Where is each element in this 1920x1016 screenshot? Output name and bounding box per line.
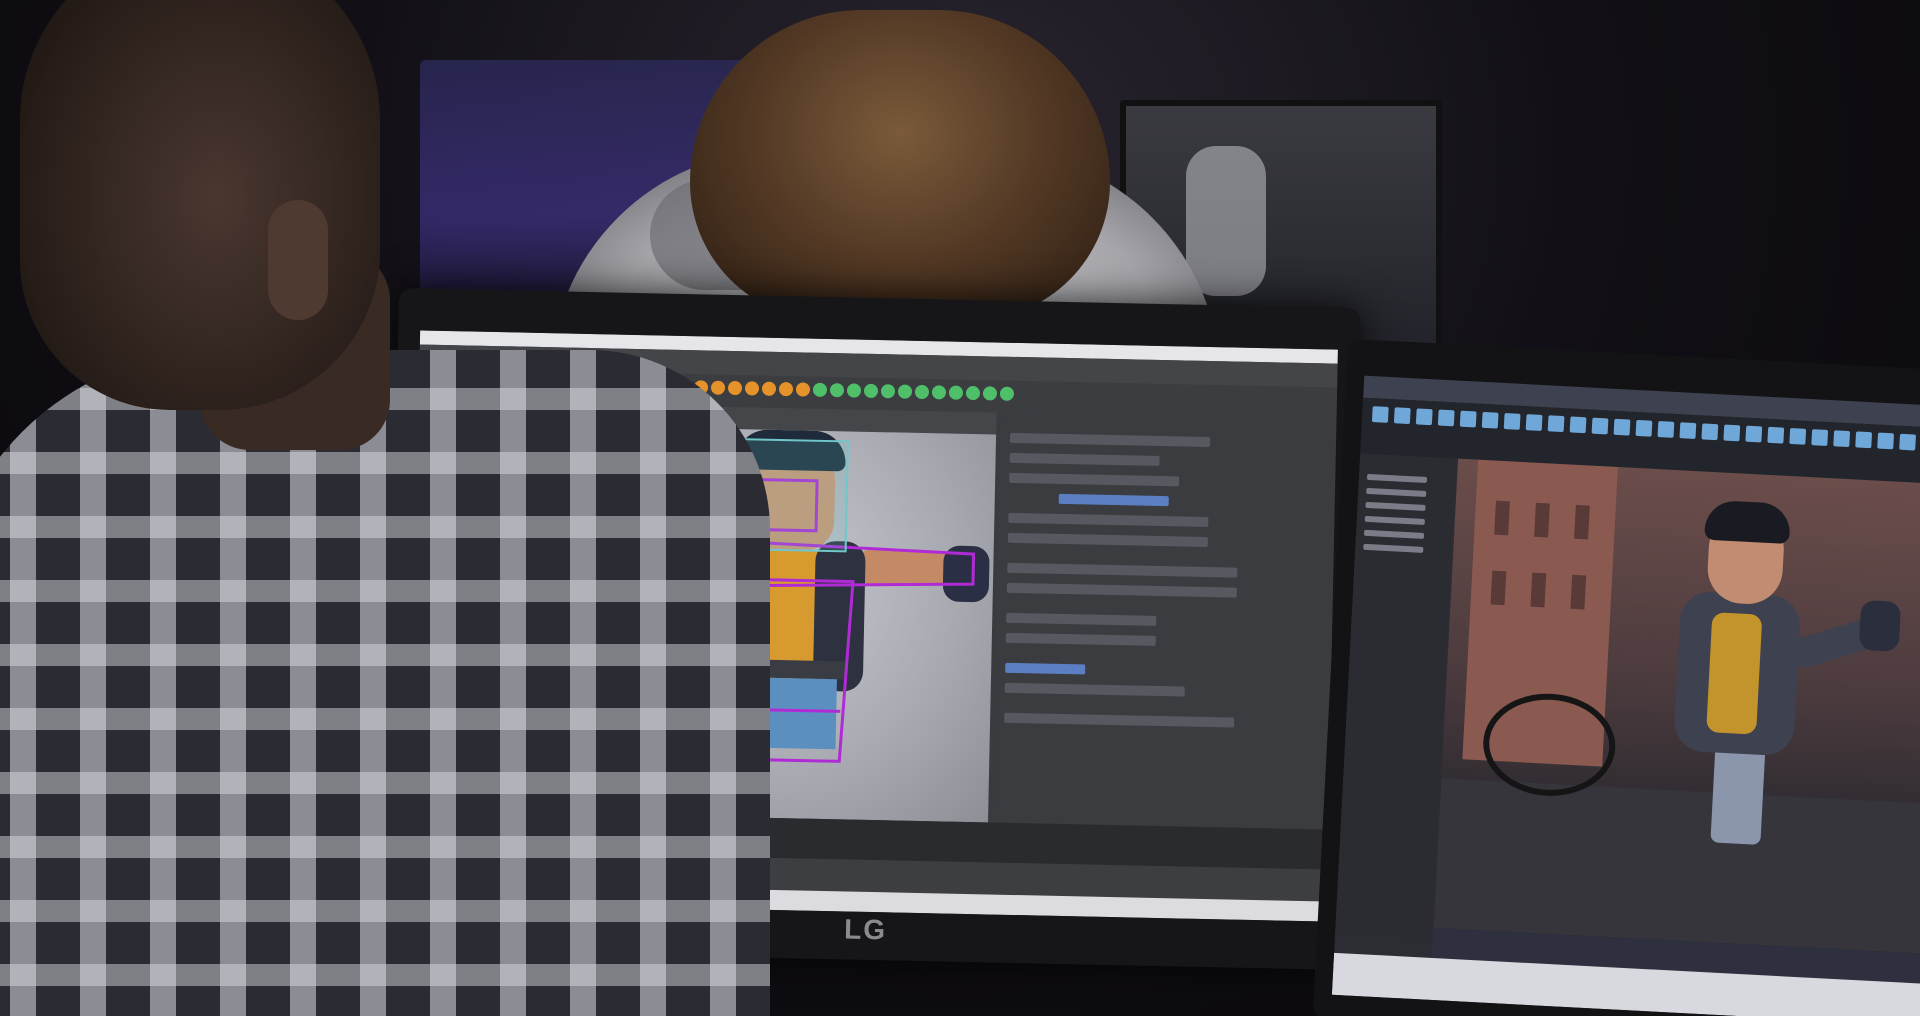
toolbar-tool-icon[interactable] [1701,423,1719,441]
attribute-row[interactable] [1005,632,1156,646]
street-ground [1433,778,1920,955]
rendered-character-legs [1710,742,1766,845]
foreground-person-ear [268,200,328,320]
toolbar-tool-icon[interactable] [1371,406,1389,423]
outliner-row[interactable] [1363,543,1424,553]
toolbar-tool-icon[interactable] [1393,407,1411,425]
building-window [1570,574,1587,610]
attribute-section[interactable] [1004,712,1235,728]
background-person-hair [690,10,1110,320]
attribute-row[interactable] [1004,682,1185,697]
toolbar-tool-icon[interactable] [1723,424,1741,442]
photo-scene: LG [0,0,1920,1016]
building-window [1530,572,1547,608]
toolbar-tool-icon[interactable] [1613,418,1631,436]
attribute-section[interactable] [1006,582,1237,598]
attribute-row[interactable] [1008,512,1209,527]
toolbar-tool-icon[interactable] [1481,411,1499,429]
outliner-row[interactable] [1366,473,1428,484]
toolbar-tool-icon[interactable] [1745,425,1763,443]
foreground-person-head [20,0,380,410]
toolbar-tool-icon[interactable] [1657,421,1675,438]
attribute-row[interactable] [1009,452,1160,466]
toolbar-tool-icon[interactable] [1877,432,1895,450]
background-monitor-glare [1186,146,1266,296]
building-window [1534,502,1550,538]
toolbar-tool-icon[interactable] [1415,408,1433,426]
rendered-character-fist [1858,599,1902,652]
building-window [1490,570,1507,606]
rendered-character-shirt [1706,612,1763,735]
toolbar-tool-icon[interactable] [1811,429,1829,446]
right-app-render-viewport[interactable] [1433,458,1920,955]
toolbar-tool-icon[interactable] [1591,417,1609,435]
toolbar-tool-icon[interactable] [1569,416,1587,434]
attribute-row[interactable] [1006,612,1157,626]
attribute-field-selected[interactable] [1058,493,1169,507]
attribute-row[interactable] [1009,432,1211,448]
right-monitor [1312,338,1920,1016]
right-monitor-screen [1331,375,1920,1016]
outliner-row[interactable] [1366,487,1427,498]
attribute-section[interactable] [1007,562,1238,578]
toolbar-tool-icon[interactable] [1635,419,1653,437]
attribute-row[interactable] [1007,532,1209,547]
toolbar-tool-icon[interactable] [1503,413,1521,430]
outliner-row[interactable] [1363,529,1425,539]
maya-tool-settings-panel[interactable] [991,412,1337,850]
tool-button-selected[interactable] [1005,662,1086,675]
attribute-row[interactable] [1009,472,1180,487]
foreground-person-plaid-shirt [0,350,770,1016]
outliner-row[interactable] [1364,515,1425,525]
toolbar-tool-icon[interactable] [1437,409,1455,427]
building-window [1494,500,1510,536]
building-window [1574,504,1590,540]
toolbar-tool-icon[interactable] [1767,426,1785,444]
toolbar-tool-icon[interactable] [1833,430,1851,448]
toolbar-tool-icon[interactable] [1899,433,1916,451]
toolbar-tool-icon[interactable] [1789,427,1807,445]
toolbar-tool-icon[interactable] [1547,415,1565,433]
toolbar-tool-icon[interactable] [1855,431,1873,449]
toolbar-tool-icon[interactable] [1679,422,1697,440]
rendered-character-hair [1704,499,1792,545]
toolbar-tool-icon[interactable] [1525,414,1543,431]
toolbar-tool-icon[interactable] [1459,410,1477,428]
monitor-brand-logo: LG [843,913,888,946]
outliner-row[interactable] [1365,501,1426,511]
